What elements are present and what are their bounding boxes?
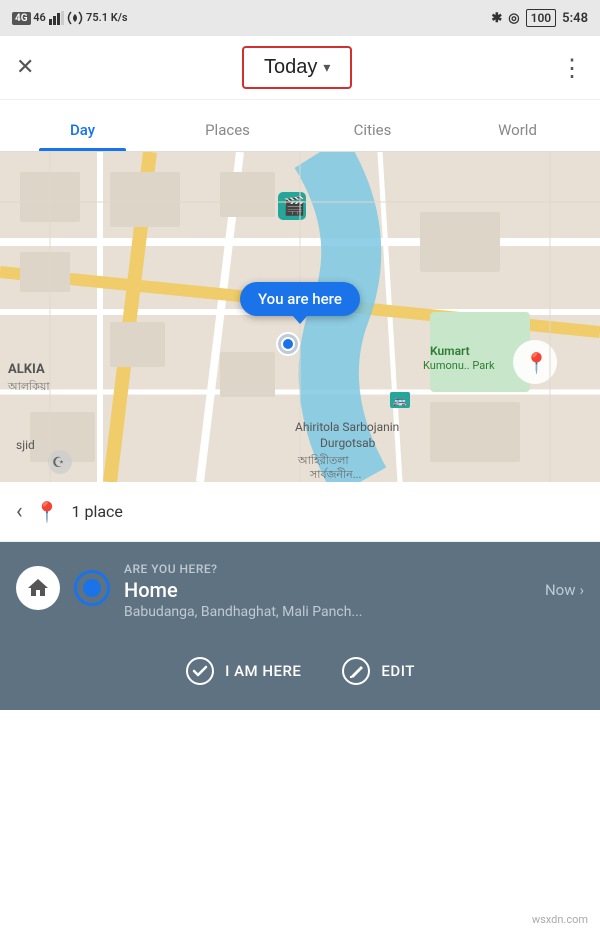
map-label-durgotsab: Durgotsab <box>320 436 375 450</box>
map-label-alkia: ALKIA <box>8 362 45 377</box>
you-are-here-bubble: You are here <box>240 282 360 316</box>
bluetooth-icon: ✱ <box>491 11 502 26</box>
location-card-section: ARE YOU HERE? Home Now › Babudanga, Band… <box>0 542 600 710</box>
i-am-here-label: I AM HERE <box>225 662 301 680</box>
card-info: ARE YOU HERE? Home Now › Babudanga, Band… <box>124 562 584 620</box>
summary-bar: ‹ 📍 1 place <box>0 482 600 542</box>
location-card: ARE YOU HERE? Home Now › Babudanga, Band… <box>16 562 584 636</box>
top-bar: ✕ Today ▾ ⋮ <box>0 36 600 100</box>
edit-button[interactable]: EDIT <box>341 656 414 686</box>
pin-icon: 📍 <box>35 500 60 524</box>
edit-icon <box>341 656 371 686</box>
location-icon: ◎ <box>508 11 519 26</box>
dropdown-arrow: ▾ <box>323 59 330 76</box>
card-address: Babudanga, Bandhaghat, Mali Panch... <box>124 604 584 620</box>
card-title-row: Home Now › <box>124 578 584 602</box>
map-label-sjid: sjid <box>16 438 35 452</box>
home-icon-circle <box>16 566 60 610</box>
action-row: I AM HERE EDIT <box>16 656 584 686</box>
card-time: Now › <box>545 581 584 599</box>
watermark: wsxdn.com <box>532 913 588 926</box>
status-left: 4G 46 75.1 K/s <box>12 11 128 25</box>
svg-text:☪: ☪ <box>52 455 65 471</box>
places-count: 1 place <box>72 502 123 521</box>
tabs-bar: Day Places Cities World <box>0 100 600 152</box>
today-dropdown[interactable]: Today ▾ <box>242 46 352 89</box>
map-area[interactable]: ☪ 🚌 📍 🎬 ALKIA আলকিয়া Kumart Kumonu.. Pa… <box>0 152 600 482</box>
map-label-bangla2: সার্বজনীন... <box>310 466 361 482</box>
svg-text:🎬: 🎬 <box>283 195 305 217</box>
status-bar: 4G 46 75.1 K/s ✱ ◎ 100 5:48 <box>0 0 600 36</box>
map-label-park: Kumonu.. Park <box>423 359 495 372</box>
check-circle-icon <box>185 656 215 686</box>
today-label: Today <box>264 56 317 79</box>
edit-label: EDIT <box>381 662 414 680</box>
tab-day[interactable]: Day <box>10 121 155 151</box>
tab-places[interactable]: Places <box>155 121 300 151</box>
svg-text:🚌: 🚌 <box>393 394 407 407</box>
card-question: ARE YOU HERE? <box>124 562 584 576</box>
location-dot <box>276 332 300 356</box>
i-am-here-button[interactable]: I AM HERE <box>185 656 301 686</box>
more-menu-button[interactable]: ⋮ <box>560 54 584 82</box>
svg-text:📍: 📍 <box>524 351 549 375</box>
status-right: ✱ ◎ 100 5:48 <box>491 9 588 27</box>
tab-world[interactable]: World <box>445 121 590 151</box>
map-label-ahiritola: Ahiritola Sarbojanin <box>295 420 399 434</box>
card-title: Home <box>124 578 178 602</box>
home-icon <box>26 576 50 600</box>
map-label-kumart: Kumart <box>430 344 470 358</box>
time: 5:48 <box>562 11 588 26</box>
battery-icon: 100 <box>526 9 557 27</box>
close-button[interactable]: ✕ <box>16 55 34 80</box>
map-label-alkia-bangla: আলকিয়া <box>8 378 50 397</box>
back-button[interactable]: ‹ <box>16 499 23 524</box>
network-info: 4G 46 75.1 K/s <box>12 11 128 25</box>
location-status-icon <box>74 570 110 606</box>
tab-cities[interactable]: Cities <box>300 121 445 151</box>
